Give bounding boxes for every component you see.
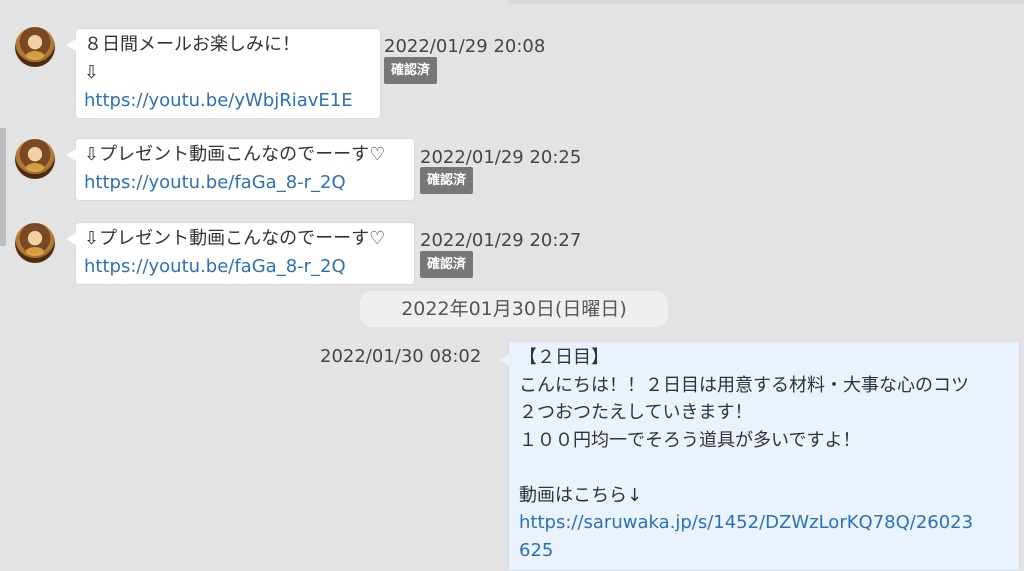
message-text	[519, 454, 1019, 482]
message-text: １００円均一でそろう道具が多いですよ！	[519, 429, 861, 451]
message-link[interactable]: https://youtu.be/yWbjRiavE1E	[84, 87, 373, 115]
sender-avatar[interactable]	[15, 139, 55, 179]
message-bubble-1: ８日間メールお楽しみに！ ⇩ https://youtu.be/yWbjRiav…	[66, 29, 380, 118]
message-bubble-2: ⇩プレゼント動画こんなのでーーす♡ https://youtu.be/faGa_…	[66, 139, 414, 200]
message-bubble-3: ⇩プレゼント動画こんなのでーーす♡ https://youtu.be/faGa_…	[66, 223, 414, 284]
scrollbar-thumb[interactable]	[0, 128, 6, 246]
date-separator: 2022年01月30日(日曜日)	[360, 291, 668, 327]
message-link[interactable]: https://saruwaka.jp/s/1452/DZWzLorKQ78Q/…	[519, 509, 1019, 537]
message-text: ２つおつたえしていきます！	[519, 402, 753, 423]
top-strip	[508, 0, 1024, 4]
message-text: 【２日目】	[519, 347, 609, 368]
message-timestamp: 2022/01/29 20:25	[420, 147, 582, 168]
message-link-continued[interactable]: 625	[519, 537, 1019, 565]
message-text: こんにちは！！２日目は用意する材料・大事な心のコツ	[519, 374, 969, 396]
message-text: ⇩プレゼント動画こんなのでーーす♡	[84, 144, 386, 165]
read-status-badge: 確認済	[420, 251, 474, 278]
sender-avatar[interactable]	[15, 223, 55, 263]
message-text: ⇩プレゼント動画こんなのでーーす♡	[84, 228, 386, 249]
read-status-badge: 確認済	[420, 167, 474, 194]
message-text: 動画はこちら↓	[519, 484, 643, 506]
message-link[interactable]: https://youtu.be/faGa_8-r_2Q	[84, 253, 407, 281]
message-text: ８日間メールお楽しみに！	[84, 34, 300, 55]
sender-avatar[interactable]	[15, 27, 55, 67]
message-link[interactable]: https://youtu.be/faGa_8-r_2Q	[84, 169, 407, 197]
read-status-badge: 確認済	[384, 57, 438, 84]
message-text: ⇩	[84, 62, 100, 83]
message-timestamp: 2022/01/29 20:08	[384, 36, 546, 57]
outgoing-message-bubble: 【２日目】 こんにちは！！２日目は用意する材料・大事な心のコツ ２つおつたえして…	[500, 341, 1020, 571]
message-timestamp: 2022/01/29 20:27	[420, 230, 582, 251]
message-timestamp: 2022/01/30 08:02	[320, 346, 482, 367]
